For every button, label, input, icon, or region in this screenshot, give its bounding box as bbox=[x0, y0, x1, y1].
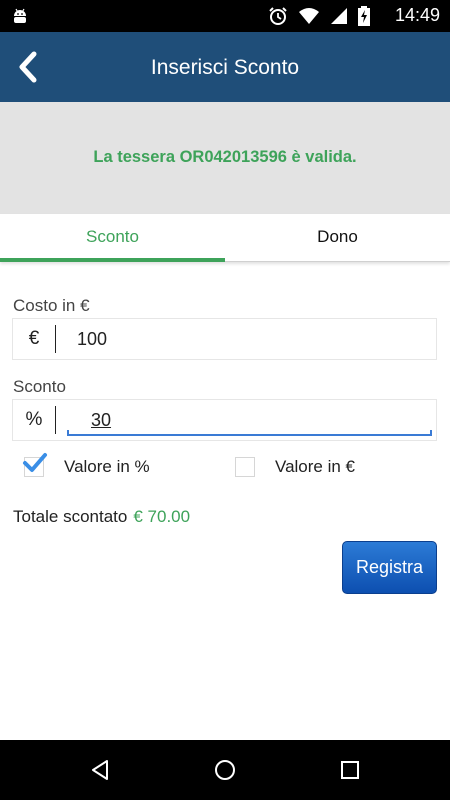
signal-icon bbox=[331, 8, 347, 24]
alarm-icon bbox=[269, 7, 287, 25]
android-debug-icon bbox=[14, 8, 26, 23]
tab-dono[interactable]: Dono bbox=[225, 214, 450, 262]
total-label: Totale scontato bbox=[13, 507, 128, 526]
cost-input[interactable]: 100 bbox=[77, 319, 107, 359]
status-icons bbox=[268, 6, 370, 26]
status-time: 14:49 bbox=[394, 5, 440, 25]
prefix-divider bbox=[55, 325, 56, 353]
validation-banner: La tessera OR042013596 è valida. bbox=[0, 102, 450, 214]
battery-charging-icon bbox=[358, 6, 370, 26]
tab-sconto[interactable]: Sconto bbox=[0, 214, 225, 262]
cost-label: Costo in € bbox=[13, 296, 90, 315]
discount-label: Sconto bbox=[13, 377, 66, 396]
cost-field[interactable]: € 100 bbox=[12, 318, 437, 360]
system-nav-bar bbox=[0, 740, 450, 800]
page-title: Inserisci Sconto bbox=[150, 56, 300, 79]
checkbox-label: Valore in € bbox=[275, 457, 356, 476]
input-focus-underline bbox=[67, 430, 432, 436]
checkbox-unchecked[interactable] bbox=[235, 457, 255, 477]
recents-square-icon[interactable] bbox=[338, 758, 362, 782]
checkbox-checked[interactable] bbox=[23, 453, 47, 477]
tab-bar: Sconto Dono bbox=[0, 214, 450, 262]
card-valid-message: La tessera OR042013596 è valida. bbox=[93, 148, 357, 166]
prefix-divider bbox=[55, 406, 56, 434]
wifi-icon bbox=[299, 8, 319, 24]
app-bar: Inserisci Sconto bbox=[0, 32, 450, 102]
status-bar: 14:49 bbox=[0, 0, 450, 32]
checkbox-valore-percent[interactable]: Valore in % bbox=[23, 453, 150, 478]
checkbox-valore-euro[interactable]: Valore in € bbox=[235, 456, 355, 478]
checkmark-icon bbox=[23, 453, 47, 472]
registra-button[interactable]: Registra bbox=[342, 541, 437, 594]
discount-field[interactable]: % 30 bbox=[12, 399, 437, 441]
percent-prefix: % bbox=[25, 409, 43, 430]
checkbox-label: Valore in % bbox=[64, 457, 150, 476]
total-amount: € 70.00 bbox=[133, 507, 191, 526]
tab-indicator bbox=[0, 258, 225, 262]
back-triangle-icon[interactable] bbox=[88, 758, 112, 782]
total-row: Totale scontato € 70.00 bbox=[13, 507, 190, 527]
home-circle-icon[interactable] bbox=[213, 758, 237, 782]
euro-prefix: € bbox=[28, 328, 40, 349]
